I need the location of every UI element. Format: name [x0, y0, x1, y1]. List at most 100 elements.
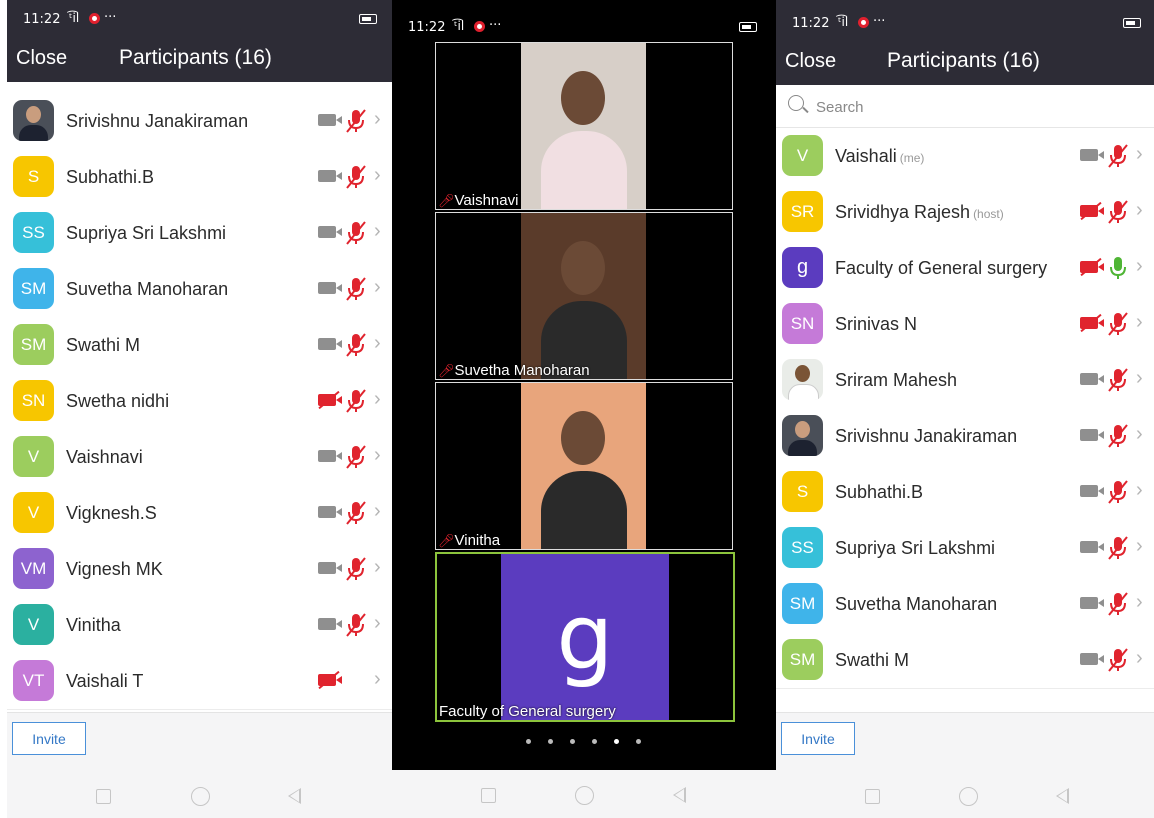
participant-row[interactable]: g Faculty of General surgery ›	[776, 240, 1154, 297]
chevron-right-icon[interactable]: ›	[1136, 647, 1143, 670]
participants-header: 11:22 ᵗ͡il ··· Close Participants (16)	[7, 0, 392, 82]
recent-apps-icon[interactable]	[865, 789, 880, 804]
page-indicator-dot[interactable]	[548, 739, 553, 744]
home-icon[interactable]	[191, 787, 210, 806]
video-tile[interactable]: 🎤︎Suvetha Manoharan	[435, 212, 733, 380]
close-button[interactable]: Close	[16, 47, 67, 70]
search-input[interactable]	[814, 94, 1118, 120]
mic-muted-icon: 🎤︎	[438, 363, 455, 378]
participant-name-text: Swetha nidhi	[66, 391, 170, 411]
video-icon	[318, 338, 342, 350]
chevron-right-icon[interactable]: ›	[374, 556, 381, 579]
chevron-right-icon[interactable]: ›	[1136, 591, 1143, 614]
page-indicator-dot[interactable]	[526, 739, 531, 744]
participant-row[interactable]: SM Suvetha Manoharan ›	[776, 576, 1154, 633]
video-tile[interactable]: 🎤︎Vinitha	[435, 382, 733, 550]
home-icon[interactable]	[959, 787, 978, 806]
participant-list[interactable]: Srivishnu Janakiraman › S Subhathi.B › SS Supr…	[7, 82, 392, 712]
participant-row[interactable]: V Vaishnavi ›	[7, 429, 392, 486]
participant-row[interactable]: SN Srinivas N ›	[776, 296, 1154, 353]
participant-row[interactable]: S Subhathi.B ›	[776, 464, 1154, 521]
mic-muted-icon	[1107, 479, 1129, 505]
page-indicator-dot[interactable]	[614, 739, 619, 744]
invite-button[interactable]: Invite	[781, 722, 855, 755]
chevron-right-icon[interactable]: ›	[1136, 311, 1143, 334]
chevron-right-icon[interactable]: ›	[1136, 479, 1143, 502]
participant-row[interactable]: SM Suvetha Manoharan ›	[7, 261, 392, 318]
chevron-right-icon[interactable]: ›	[1136, 367, 1143, 390]
avatar-letter-tile: g	[501, 554, 669, 720]
signal-icon: ᵗ͡il	[838, 15, 849, 29]
invite-button[interactable]: Invite	[12, 722, 86, 755]
participant-row[interactable]: V Vinitha ›	[7, 597, 392, 654]
chevron-right-icon[interactable]: ›	[374, 276, 381, 299]
participant-list[interactable]: V Vaishali (me) › SR Srividhya Rajesh (host) › g…	[776, 128, 1154, 712]
video-icon	[318, 562, 342, 574]
chevron-right-icon[interactable]: ›	[374, 500, 381, 523]
mic-muted-icon	[1107, 423, 1129, 449]
page-indicator-dot[interactable]	[636, 739, 641, 744]
participant-row[interactable]: SM Swathi M ›	[7, 317, 392, 374]
participant-row[interactable]: SN Swetha nidhi ›	[7, 373, 392, 430]
avatar: V	[13, 492, 54, 533]
chevron-right-icon[interactable]: ›	[374, 668, 381, 691]
avatar: SN	[13, 380, 54, 421]
search-bar[interactable]	[776, 85, 1154, 128]
right-phone-screen: 11:22 ᵗ͡il ··· Close Participants (16) V…	[776, 0, 1154, 818]
participant-row[interactable]: S Subhathi.B ›	[7, 149, 392, 206]
chevron-right-icon[interactable]: ›	[374, 388, 381, 411]
video-tile[interactable]: g Faculty of General surgery	[435, 552, 735, 722]
participant-row[interactable]: SS Supriya Sri Lakshmi ›	[7, 205, 392, 262]
participant-name-text: Vinitha	[66, 615, 121, 635]
chevron-right-icon[interactable]: ›	[1136, 199, 1143, 222]
close-button[interactable]: Close	[785, 50, 836, 73]
participant-name: Srinivas N	[835, 314, 917, 335]
avatar: SM	[13, 268, 54, 309]
chevron-right-icon[interactable]: ›	[1136, 255, 1143, 278]
chevron-right-icon[interactable]: ›	[374, 164, 381, 187]
participant-name-text: Suvetha Manoharan	[66, 279, 229, 299]
mic-muted-icon	[1107, 647, 1129, 673]
home-icon[interactable]	[575, 786, 594, 805]
chevron-right-icon[interactable]: ›	[374, 220, 381, 243]
avatar-photo	[782, 359, 823, 400]
chevron-right-icon[interactable]: ›	[1136, 423, 1143, 446]
chevron-right-icon[interactable]: ›	[1136, 535, 1143, 558]
participant-row[interactable]: V Vigknesh.S ›	[7, 485, 392, 542]
recent-apps-icon[interactable]	[96, 789, 111, 804]
participant-name-text: Vigknesh.S	[66, 503, 157, 523]
participant-row[interactable]: VM Vignesh MK ›	[7, 541, 392, 598]
video-tile-label: 🎤︎Suvetha Manoharan	[438, 362, 590, 379]
chevron-right-icon[interactable]: ›	[374, 332, 381, 355]
avatar: V	[782, 135, 823, 176]
participant-row[interactable]: SS Supriya Sri Lakshmi ›	[776, 520, 1154, 577]
back-icon[interactable]	[673, 787, 686, 803]
video-tile[interactable]: 🎤︎Vaishnavi	[435, 42, 733, 210]
page-indicator-dot[interactable]	[570, 739, 575, 744]
chevron-right-icon[interactable]: ›	[374, 108, 381, 131]
participant-row[interactable]: VT Vaishali T ›	[7, 653, 392, 710]
mic-muted-icon	[345, 108, 367, 134]
participant-row[interactable]: SM Swathi M ›	[776, 632, 1154, 689]
avatar: SM	[782, 639, 823, 680]
recent-apps-icon[interactable]	[481, 788, 496, 803]
participant-row[interactable]: Sriram Mahesh ›	[776, 352, 1154, 409]
participant-name-text: Subhathi.B	[835, 482, 924, 502]
video-tile-label: 🎤︎Vinitha	[438, 532, 500, 549]
battery-icon	[739, 22, 757, 32]
back-icon[interactable]	[1056, 788, 1069, 804]
avatar: SR	[782, 191, 823, 232]
participant-row[interactable]: SR Srividhya Rajesh (host) ›	[776, 184, 1154, 241]
page-indicator-dot[interactable]	[592, 739, 597, 744]
back-icon[interactable]	[288, 788, 301, 804]
chevron-right-icon[interactable]: ›	[1136, 143, 1143, 166]
bottom-bar	[392, 770, 776, 818]
participant-row[interactable]: Srivishnu Janakiraman ›	[7, 93, 392, 150]
person-body	[541, 471, 627, 549]
participant-name: Vaishnavi	[66, 447, 143, 468]
participant-row[interactable]: V Vaishali (me) ›	[776, 128, 1154, 185]
participant-role-tag: (host)	[973, 207, 1004, 221]
chevron-right-icon[interactable]: ›	[374, 612, 381, 635]
chevron-right-icon[interactable]: ›	[374, 444, 381, 467]
participant-row[interactable]: Srivishnu Janakiraman ›	[776, 408, 1154, 465]
